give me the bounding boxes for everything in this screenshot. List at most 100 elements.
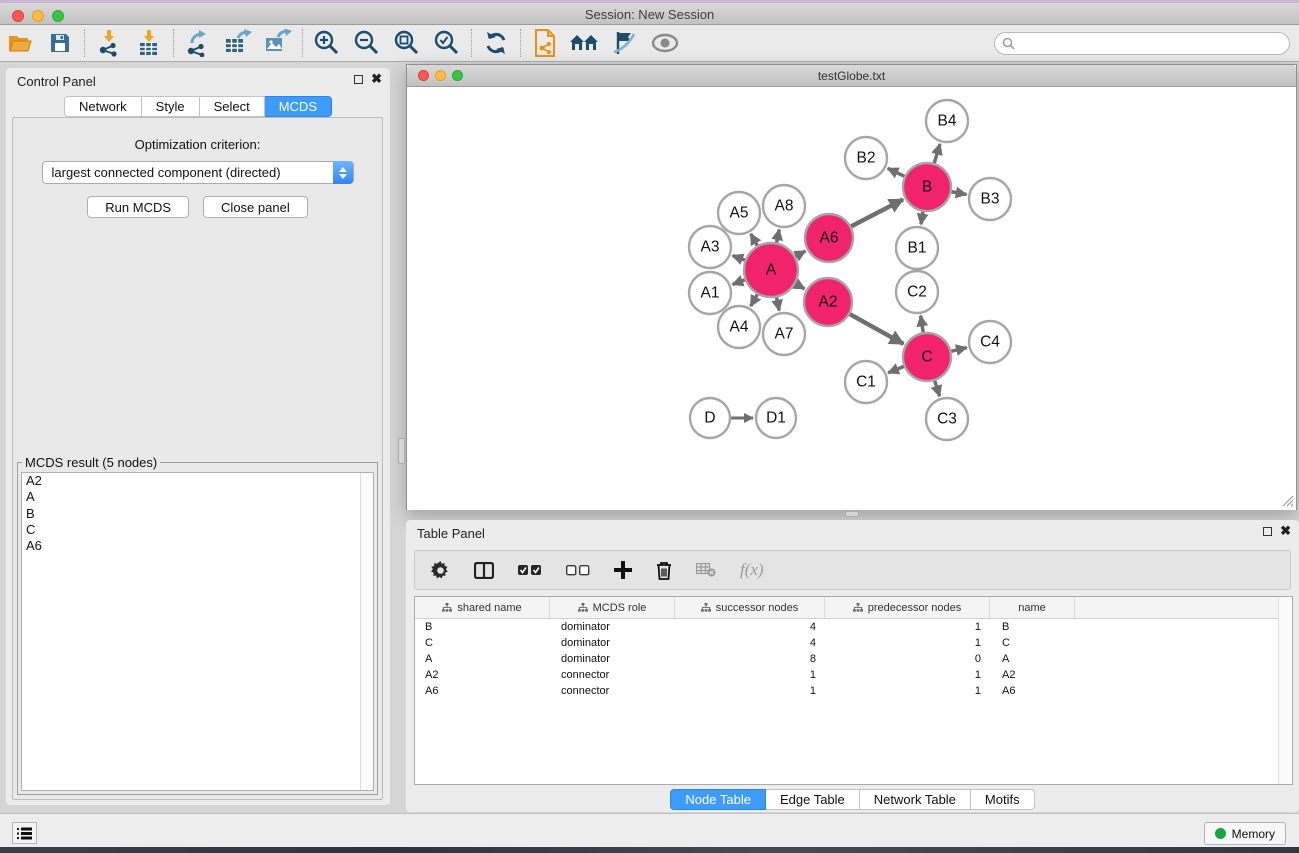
table-panel: Table Panel ✖ f(x) shared nameMCDS rol: [406, 520, 1299, 812]
result-item[interactable]: A2: [22, 473, 373, 489]
graph-node-A1[interactable]: A1: [689, 272, 731, 314]
network-view-window: testGlobe.txt B4 B2 B B3 A5A8A6 A3 B1 A A1 C2 A2 A4…: [406, 64, 1297, 510]
svg-text:D1: D1: [766, 410, 786, 427]
table-row[interactable]: A6connector11A6: [415, 683, 1292, 699]
add-column-icon[interactable]: [614, 561, 632, 579]
graph-node-A4[interactable]: A4: [718, 306, 760, 348]
float-table-panel-icon[interactable]: [1263, 527, 1272, 536]
graph-node-B2[interactable]: B2: [845, 137, 887, 179]
optimization-criterion-select[interactable]: largest connected component (directed): [42, 161, 354, 184]
graph-node-D1[interactable]: D1: [756, 398, 796, 438]
tab-mcds[interactable]: MCDS: [265, 96, 332, 117]
toolbar-separator: [302, 29, 303, 57]
export-image-icon[interactable]: [258, 27, 298, 59]
table-row[interactable]: A2connector11A2: [415, 667, 1292, 683]
column-header-successor-nodes[interactable]: successor nodes: [675, 597, 825, 618]
graph-edge-B-B2[interactable]: [888, 168, 907, 177]
tab-network[interactable]: Network: [64, 96, 142, 117]
network-window-titlebar[interactable]: testGlobe.txt: [407, 65, 1296, 87]
svg-text:B4: B4: [938, 113, 957, 130]
tab-node-table[interactable]: Node Table: [670, 789, 766, 810]
graph-node-A7[interactable]: A7: [763, 313, 805, 355]
table-row[interactable]: Adominator80A: [415, 651, 1292, 667]
horizontal-splitter-handle[interactable]: [845, 511, 859, 517]
graph-node-A6[interactable]: A6: [805, 214, 853, 262]
tab-network-table[interactable]: Network Table: [860, 789, 971, 810]
tab-select[interactable]: Select: [200, 96, 265, 117]
table-row[interactable]: Cdominator41C: [415, 635, 1292, 651]
graph-node-A3[interactable]: A3: [689, 226, 731, 268]
graph-node-B[interactable]: B: [903, 163, 951, 211]
graph-edge-A2-C[interactable]: [847, 313, 903, 344]
graph-node-C4[interactable]: C4: [969, 321, 1011, 363]
close-panel-button[interactable]: Close panel: [203, 196, 308, 218]
table-row[interactable]: Bdominator41B: [415, 619, 1292, 635]
result-item[interactable]: B: [22, 506, 373, 522]
svg-text:D: D: [704, 410, 715, 427]
graph-node-C2[interactable]: C2: [896, 271, 938, 313]
graph-node-C[interactable]: C: [903, 333, 951, 381]
zoom-fit-icon[interactable]: [387, 27, 427, 59]
graph-edge-B-B4[interactable]: [933, 144, 940, 166]
folder-open-icon[interactable]: [0, 27, 40, 59]
graph-node-C1[interactable]: C1: [845, 361, 887, 403]
column-header-predecessor-nodes[interactable]: predecessor nodes: [825, 597, 990, 618]
table-scrollbar[interactable]: [1278, 597, 1292, 784]
result-item[interactable]: C: [22, 522, 373, 538]
zoom-selected-icon[interactable]: [427, 27, 467, 59]
eye-icon: [645, 27, 685, 59]
toolbar-separator: [84, 29, 85, 57]
tab-edge-table[interactable]: Edge Table: [766, 789, 860, 810]
graph-edge-A6-B[interactable]: [849, 200, 904, 228]
graph-node-B4[interactable]: B4: [926, 100, 968, 142]
tab-motifs[interactable]: Motifs: [971, 789, 1035, 810]
window-resize-grip[interactable]: [1282, 495, 1294, 507]
control-panel: Control Panel ✖ NetworkStyleSelectMCDS O…: [6, 68, 390, 805]
select-all-checkboxes-icon[interactable]: [518, 565, 542, 576]
graph-node-A[interactable]: A: [744, 243, 798, 297]
gear-icon[interactable]: [431, 561, 450, 580]
deselect-all-checkboxes-icon[interactable]: [566, 565, 590, 576]
graph-node-A8[interactable]: A8: [763, 185, 805, 227]
import-table-icon[interactable]: [129, 27, 169, 59]
result-list-scrollbar[interactable]: [360, 473, 373, 790]
graph-node-B1[interactable]: B1: [896, 227, 938, 269]
export-table-icon[interactable]: [218, 27, 258, 59]
graph-node-D[interactable]: D: [690, 398, 730, 438]
delete-column-icon[interactable]: [656, 561, 672, 580]
document-network-icon[interactable]: [525, 27, 565, 59]
zoom-out-icon[interactable]: [347, 27, 387, 59]
graph-node-C3[interactable]: C3: [926, 398, 968, 440]
tab-style[interactable]: Style: [142, 96, 200, 117]
network-canvas[interactable]: B4 B2 B B3 A5A8A6 A3 B1 A A1 C2 A2 A4A7 C4 C C1 C3 D D1: [407, 87, 1296, 510]
node-table[interactable]: shared nameMCDS rolesuccessor nodesprede…: [414, 596, 1293, 785]
result-item[interactable]: A6: [22, 538, 373, 554]
graph-node-A5[interactable]: A5: [718, 192, 760, 234]
svg-text:A2: A2: [819, 294, 838, 311]
table-panel-title: Table Panel: [417, 526, 485, 541]
show-columns-icon[interactable]: [474, 562, 494, 579]
vertical-splitter-handle[interactable]: [398, 438, 405, 464]
column-header-name[interactable]: name: [990, 597, 1075, 618]
close-panel-icon[interactable]: ✖: [371, 74, 382, 84]
column-header-shared-name[interactable]: shared name: [415, 597, 550, 618]
houses-icon[interactable]: [565, 27, 605, 59]
refresh-icon[interactable]: [476, 27, 516, 59]
column-header-MCDS-role[interactable]: MCDS role: [550, 597, 675, 618]
graph-node-B3[interactable]: B3: [969, 178, 1011, 220]
search-input[interactable]: [1019, 37, 1279, 51]
mcds-result-list[interactable]: A2ABCA6: [21, 472, 374, 791]
memory-button[interactable]: Memory: [1204, 822, 1286, 845]
zoom-in-icon[interactable]: [307, 27, 347, 59]
task-history-button[interactable]: [12, 822, 37, 844]
graph-node-A2[interactable]: A2: [804, 278, 852, 326]
close-table-panel-icon[interactable]: ✖: [1280, 526, 1291, 536]
flag-slash-icon[interactable]: [605, 27, 645, 59]
export-network-icon[interactable]: [178, 27, 218, 59]
svg-text:C4: C4: [980, 334, 1000, 351]
import-network-icon[interactable]: [89, 27, 129, 59]
float-panel-icon[interactable]: [354, 75, 363, 84]
result-item[interactable]: A: [22, 489, 373, 505]
save-icon[interactable]: [40, 27, 80, 59]
run-mcds-button[interactable]: Run MCDS: [87, 196, 189, 218]
